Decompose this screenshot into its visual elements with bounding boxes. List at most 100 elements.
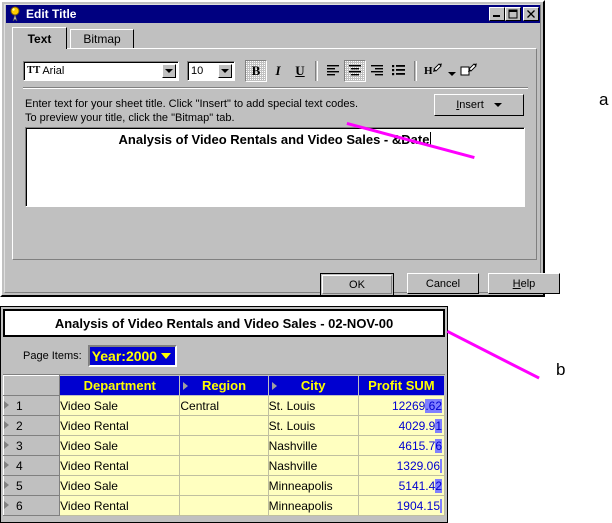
grid-header-row: Department Region City Profit SUM [2,375,446,396]
cell-region[interactable] [179,435,269,456]
cell-region[interactable] [179,415,269,436]
row-header-3[interactable]: 3 [2,435,61,456]
underline-label: U [295,63,305,78]
cell-profit-sum[interactable]: 12269.62 [357,395,446,416]
maximize-button[interactable] [505,7,521,21]
column-header-city[interactable]: City [267,375,359,396]
help-button-label: Help [512,277,536,290]
svg-text:H: H [424,65,433,77]
dialog-button-row: OK Cancel Help [320,273,560,296]
chevron-down-icon[interactable] [161,353,172,359]
help-button[interactable]: Help [488,273,560,294]
grid-corner-cell[interactable] [2,375,61,396]
cell-profit-sum[interactable]: 1329.06 [357,455,446,476]
cell-city[interactable]: Minneapolis [267,495,359,516]
italic-label: I [275,63,281,78]
cell-region[interactable]: Central [179,395,269,416]
column-header-department[interactable]: Department [59,375,181,396]
column-header-profit-sum-label: Profit SUM [368,378,435,393]
cell-cursor [440,498,442,513]
row-marker-icon [4,500,9,509]
cell-department[interactable]: Video Rental [59,495,181,516]
row-header-1[interactable]: 1 [2,395,61,416]
bold-button[interactable]: B [245,60,267,82]
cell-city[interactable]: St. Louis [267,395,359,416]
cell-region[interactable] [179,455,269,476]
ok-button-label: OK [322,275,392,294]
insert-dropdown-arrow[interactable] [493,103,502,107]
cell-department[interactable]: Video Sale [59,475,181,496]
profit-value-plain: 1904.15 [396,498,440,513]
align-center-button[interactable] [344,60,366,82]
row-header-4[interactable]: 4 [2,455,61,476]
text-color-button[interactable]: H [421,60,447,82]
italic-button[interactable]: I [267,60,289,82]
align-right-icon [370,64,384,79]
text-color-dropdown-arrow[interactable] [447,60,457,82]
font-size-combo[interactable]: 10 [187,61,235,81]
profit-value-plain: 5141.4 [398,478,436,493]
font-name-combo[interactable]: TT Arial [23,61,179,81]
cell-department[interactable]: Video Sale [59,435,181,456]
close-button[interactable] [523,7,539,21]
dialog-titlebar[interactable]: Edit Title [6,5,540,23]
insert-button[interactable]: Insert [434,94,524,116]
cancel-button[interactable]: Cancel [407,273,479,294]
cell-department[interactable]: Video Rental [59,455,181,476]
column-header-region-label: Region [201,378,247,393]
column-header-region[interactable]: Region [179,375,269,396]
font-name-dropdown-arrow[interactable] [162,64,176,78]
page-item-year-dropdown[interactable]: Year:2000 [87,345,178,367]
row-header-2[interactable]: 2 [2,415,61,436]
cell-city[interactable]: Minneapolis [267,475,359,496]
cell-city[interactable]: Nashville [267,455,359,476]
row-marker-icon [4,400,9,409]
cell-city[interactable]: Nashville [267,435,359,456]
instructions-line-1: Enter text for your sheet title. Click "… [25,98,359,110]
row-header-6[interactable]: 6 [2,495,61,516]
toolbar-divider [23,87,528,89]
dialog-title: Edit Title [26,7,77,21]
cell-region[interactable] [179,475,269,496]
sort-marker-icon [183,382,189,390]
cell-profit-sum[interactable]: 1904.15 [357,495,446,516]
profit-value-plain: 1329.06 [396,458,440,473]
align-left-button[interactable] [322,60,344,82]
table-row: 2 Video Rental St. Louis 4029.91 [2,415,446,436]
tab-bitmap[interactable]: Bitmap [70,29,134,48]
bullet-list-icon [392,64,406,79]
cell-region[interactable] [179,495,269,516]
profit-value-selected: 1 [435,418,442,433]
sort-marker-icon [271,382,277,390]
tab-text[interactable]: Text [12,27,67,49]
text-color-icon: H [424,61,444,82]
row-number: 3 [16,438,23,453]
cell-city[interactable]: St. Louis [267,415,359,436]
row-number: 1 [16,398,23,413]
fill-color-button[interactable] [457,60,483,82]
cell-profit-sum[interactable]: 4615.76 [357,435,446,456]
profit-value-selected: .62 [425,398,442,413]
font-size-dropdown-arrow[interactable] [218,64,232,78]
row-number: 6 [16,498,23,513]
font-size-value: 10 [191,65,204,77]
column-header-profit-sum[interactable]: Profit SUM [357,375,446,396]
ok-button[interactable]: OK [320,273,394,296]
underline-button[interactable]: U [289,60,311,82]
table-row: 6 Video Rental Minneapolis 1904.15 [2,495,446,516]
bullet-list-button[interactable] [388,60,410,82]
data-grid: Department Region City Profit SUM 1 Vide… [2,375,446,516]
minimize-button[interactable] [489,7,505,21]
annotation-line-b [446,330,540,380]
cell-department[interactable]: Video Sale [59,395,181,416]
align-center-icon [348,64,362,79]
window-buttons [489,7,540,21]
cell-department[interactable]: Video Rental [59,415,181,436]
annotation-label-a: a [599,90,609,109]
row-header-5[interactable]: 5 [2,475,61,496]
title-text-input[interactable]: Analysis of Video Rentals and Video Sale… [25,127,525,207]
cell-profit-sum[interactable]: 5141.42 [357,475,446,496]
align-right-button[interactable] [366,60,388,82]
fill-color-icon [460,61,480,82]
cell-profit-sum[interactable]: 4029.91 [357,415,446,436]
